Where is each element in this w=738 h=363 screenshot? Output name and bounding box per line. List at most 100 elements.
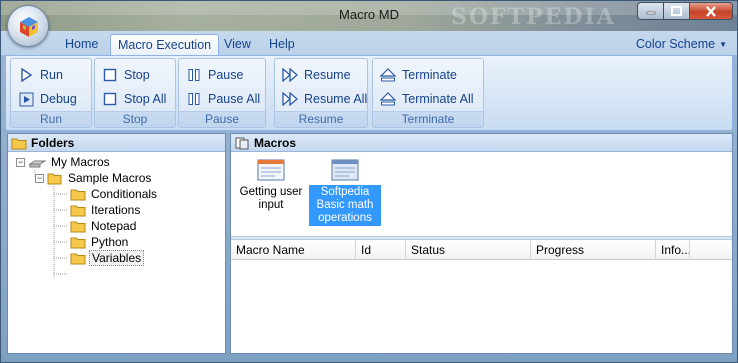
color-scheme-label: Color Scheme [635,37,716,51]
macro-file-icon [257,159,285,181]
drive-icon [28,160,46,167]
run-icon [21,68,33,82]
tree-label: Variables [89,250,145,266]
tree-item-notepad[interactable]: Notepad [70,218,138,234]
ribbon-panel: Run Debug Run Stop Stop All Stop Pause P… [5,55,733,131]
pause-group-label: Pause [179,111,265,127]
app-window: SOFTPEDIA Macro MD Home Macro Execution [0,0,738,363]
collapse-icon[interactable]: − [16,157,25,167]
stop-all-button[interactable]: Stop All [101,89,166,109]
minimize-icon [646,11,655,15]
folder-icon [70,253,86,264]
macros-panel: Macros Getting user input Softpedia Basi… [230,133,733,354]
chevron-down-icon: ▼ [719,40,727,49]
resume-all-button[interactable]: Resume All [281,89,367,109]
macros-title: Macros [254,135,297,150]
stop-all-icon [103,92,117,106]
folder-tree: − My Macros − Sample Macros Conditionals… [8,152,225,277]
terminate-group: Terminate Terminate All Terminate [372,58,484,128]
macros-header: Macros [231,134,732,152]
debug-label: Debug [40,92,77,106]
macro-icon [235,137,249,149]
resume-group-label: Resume [275,111,367,127]
window-controls [637,2,733,20]
maximize-button[interactable] [663,2,689,20]
tab-home[interactable]: Home [58,34,105,55]
title-bar[interactable]: SOFTPEDIA Macro MD [1,1,737,31]
pause-all-icon [188,93,200,105]
application-menu-button[interactable] [7,5,49,47]
tree-item-my-macros[interactable]: − My Macros [16,154,112,170]
folder-icon [70,189,86,200]
pause-icon [188,69,200,81]
tree-item-sample-macros[interactable]: − Sample Macros [35,170,153,186]
tab-macro-execution[interactable]: Macro Execution [110,34,220,55]
resume-button[interactable]: Resume [281,65,351,85]
tree-label: Python [91,235,129,249]
terminate-all-label: Terminate All [402,92,474,106]
color-scheme-menu[interactable]: Color Scheme ▼ [636,37,727,51]
stop-group: Stop Stop All Stop [94,58,176,128]
folders-header: Folders [8,134,225,152]
pause-button[interactable]: Pause [185,65,243,85]
pause-group: Pause Pause All Pause [178,58,266,128]
folder-icon [11,138,27,149]
folders-title: Folders [31,135,75,150]
column-info[interactable]: Info... [656,240,690,260]
tree-item-variables[interactable]: Variables [70,250,145,266]
terminate-group-label: Terminate [373,111,483,127]
tree-label: Notepad [91,219,137,233]
stop-icon [103,68,117,82]
app-logo-icon [20,17,38,37]
macro-label: Softpedia Basic math operations [309,185,381,226]
execution-grid: Macro Name Id Status Progress Info... [231,240,732,353]
folder-icon [70,221,86,232]
tree-label: Conditionals [91,187,158,201]
resume-label: Resume [304,68,351,82]
stop-button[interactable]: Stop [101,65,150,85]
tree-label: Sample Macros [68,171,152,185]
pause-all-label: Pause All [208,92,261,106]
tree-item-conditionals[interactable]: Conditionals [70,186,159,202]
tree-item-iterations[interactable]: Iterations [70,202,142,218]
close-icon [706,5,716,17]
column-macro-name[interactable]: Macro Name [231,240,356,260]
stop-all-label: Stop All [124,92,167,106]
resume-all-icon [281,92,298,106]
tab-help[interactable]: Help [262,34,302,55]
column-id[interactable]: Id [356,240,406,260]
run-button[interactable]: Run [17,65,63,85]
window-title: Macro MD [339,7,399,22]
ribbon-tab-bar: Home Macro Execution View Help Color Sch… [1,31,737,55]
resume-icon [281,68,298,82]
pause-label: Pause [208,68,244,82]
run-group: Run Debug Run [10,58,92,128]
stop-group-label: Stop [95,111,175,127]
close-button[interactable] [689,2,733,20]
terminate-icon [380,68,396,82]
collapse-icon[interactable]: − [35,173,44,183]
macro-item-basic-math[interactable]: Softpedia Basic math operations [309,159,381,226]
terminate-label: Terminate [402,68,457,82]
run-group-label: Run [11,111,91,127]
terminate-button[interactable]: Terminate [379,65,457,85]
macro-file-icon [331,159,359,181]
pause-all-button[interactable]: Pause All [185,89,260,109]
macro-item-getting-user-input[interactable]: Getting user input [235,159,307,213]
terminate-all-button[interactable]: Terminate All [379,89,474,109]
run-label: Run [40,68,63,82]
grid-header: Macro Name Id Status Progress Info... [231,240,732,260]
maximize-icon [671,6,682,16]
stop-label: Stop [124,68,150,82]
column-status[interactable]: Status [406,240,531,260]
folder-icon [70,237,86,248]
debug-button[interactable]: Debug [17,89,77,109]
tree-item-python[interactable]: Python [70,234,130,250]
column-progress[interactable]: Progress [531,240,656,260]
minimize-button[interactable] [637,2,663,20]
tree-label: My Macros [51,155,110,169]
macro-label: Getting user input [239,186,303,211]
tab-view[interactable]: View [217,34,258,55]
macro-list: Getting user input Softpedia Basic math … [231,153,732,236]
tree-label: Iterations [91,203,141,217]
